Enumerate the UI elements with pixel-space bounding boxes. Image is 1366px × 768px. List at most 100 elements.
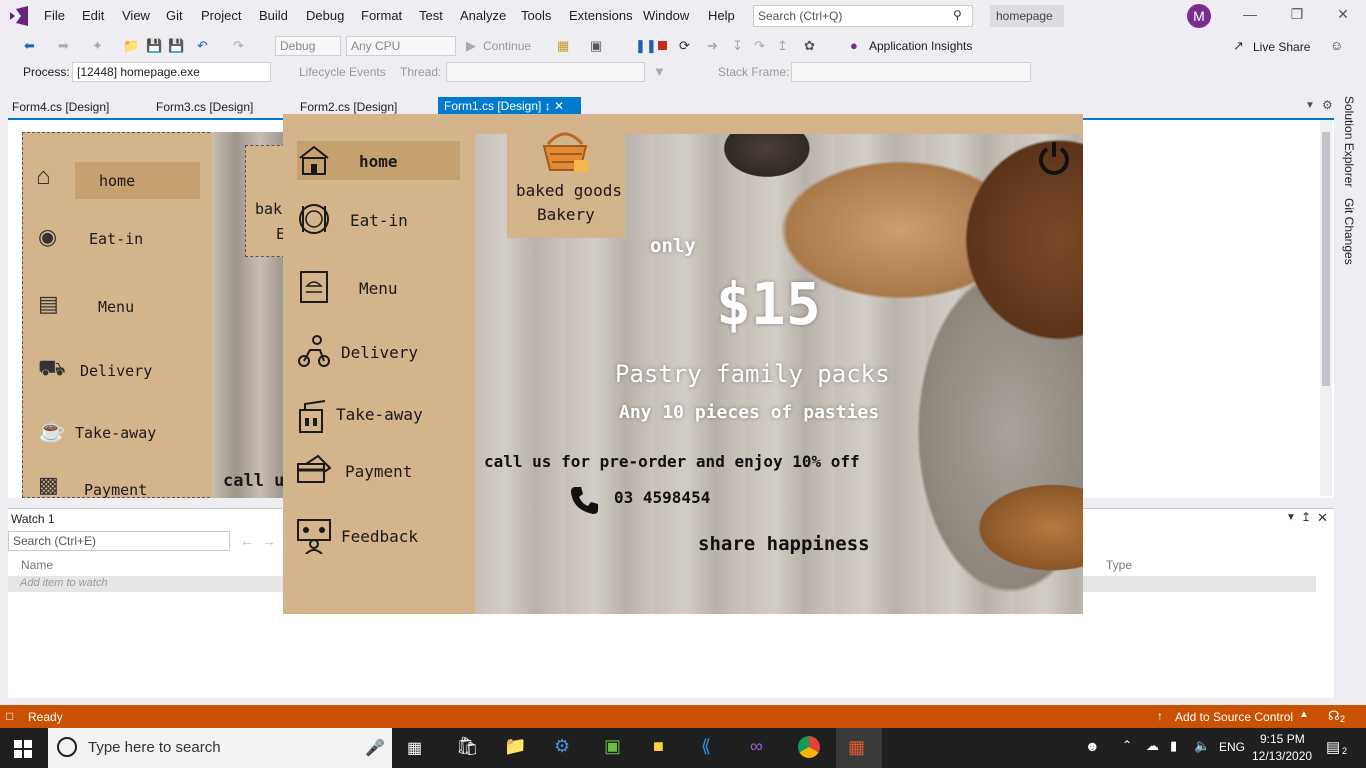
menu-git[interactable]: Git xyxy=(166,8,183,23)
save-all-icon[interactable]: 💾 xyxy=(168,38,184,54)
code-editor-icon[interactable]: ▣ xyxy=(604,736,621,757)
home-icon xyxy=(299,145,329,175)
watch-pin-icon[interactable]: ↥ xyxy=(1301,510,1311,524)
lifecycle-events-button[interactable]: Lifecycle Events xyxy=(299,65,386,79)
watch-forward-icon[interactable]: → xyxy=(262,533,276,549)
back-nav-icon[interactable]: ⬅ xyxy=(24,38,35,54)
microphone-icon[interactable]: 🎤 xyxy=(365,738,385,758)
screenshot-icon[interactable]: ▣ xyxy=(590,38,602,54)
tray-chevron-icon[interactable]: ⌃ xyxy=(1122,738,1132,752)
nav-menu[interactable]: Menu xyxy=(359,279,398,298)
forward-nav-icon[interactable]: ➡ xyxy=(58,38,69,54)
undo-icon[interactable]: ↶ xyxy=(197,38,208,54)
git-changes-tab[interactable]: Git Changes xyxy=(1342,198,1356,265)
settings-gear-icon[interactable]: ⚙ xyxy=(1322,98,1333,112)
step-over-icon[interactable]: ↷ xyxy=(754,38,765,54)
menu-debug[interactable]: Debug xyxy=(306,8,344,23)
task-view-icon[interactable]: ▦ xyxy=(407,738,422,758)
tab-form3[interactable]: Form3.cs [Design] xyxy=(156,100,253,114)
redo-icon[interactable]: ↷ xyxy=(233,38,244,54)
live-share-button[interactable]: Live Share xyxy=(1253,40,1310,54)
nav-feedback[interactable]: Feedback xyxy=(341,527,418,546)
design-nav-delivery: Delivery xyxy=(80,362,153,380)
chrome-icon[interactable] xyxy=(798,736,820,758)
solution-explorer-tab[interactable]: Solution Explorer xyxy=(1342,96,1356,187)
vscode-icon[interactable]: ⟪ xyxy=(701,736,711,757)
design-call-text: call u xyxy=(223,471,285,491)
tab-close-icon[interactable]: ✕ xyxy=(554,99,564,113)
minimize-icon[interactable]: — xyxy=(1240,6,1260,26)
config-dropdown[interactable]: Debug xyxy=(275,36,341,56)
tab-overflow-icon[interactable]: ▼ xyxy=(1305,100,1315,111)
nav-take-away[interactable]: Take-away xyxy=(336,405,423,424)
close-window-icon[interactable]: ✕ xyxy=(1333,6,1353,26)
notification-bell-icon[interactable]: ☊ xyxy=(1328,708,1340,724)
people-icon[interactable]: ☻ xyxy=(1085,738,1100,754)
step-into-icon[interactable]: ↧ xyxy=(732,38,743,54)
menu-file[interactable]: File xyxy=(44,8,65,23)
python-icon[interactable]: ⚙ xyxy=(554,736,570,757)
open-folder-icon[interactable]: 📁 xyxy=(123,38,139,54)
menu-project[interactable]: Project xyxy=(201,8,241,23)
step-out-icon[interactable]: ↥ xyxy=(777,38,788,54)
watch-close-icon[interactable]: ✕ xyxy=(1317,510,1328,526)
nav-home[interactable]: home xyxy=(359,152,398,171)
menu-window[interactable]: Window xyxy=(643,8,689,23)
menu-format[interactable]: Format xyxy=(361,8,402,23)
process-dropdown[interactable]: [12448] homepage.exe xyxy=(72,62,271,82)
menu-extensions[interactable]: Extensions xyxy=(569,8,633,23)
watch-search-input[interactable]: Search (Ctrl+E) xyxy=(8,531,230,551)
power-button-icon[interactable] xyxy=(1036,140,1072,176)
visual-studio-taskbar-icon[interactable]: ∞ xyxy=(750,736,763,757)
battery-icon[interactable]: ▮ xyxy=(1170,738,1177,754)
save-icon[interactable]: 💾 xyxy=(146,38,162,54)
menu-build[interactable]: Build xyxy=(259,8,288,23)
language-indicator[interactable]: ENG xyxy=(1219,740,1245,754)
file-explorer-icon[interactable]: 📁 xyxy=(504,736,526,757)
nav-payment[interactable]: Payment xyxy=(345,462,412,481)
menu-test[interactable]: Test xyxy=(419,8,443,23)
clock-time[interactable]: 9:15 PM xyxy=(1260,732,1305,746)
app-insights-button[interactable]: Application Insights xyxy=(869,39,972,53)
store-icon[interactable]: 🛍 xyxy=(456,736,479,757)
menu-tools[interactable]: Tools xyxy=(521,8,551,23)
nav-eat-in[interactable]: Eat-in xyxy=(350,211,408,230)
restart-icon[interactable]: ⟳ xyxy=(679,38,690,54)
thread-dropdown[interactable] xyxy=(446,62,645,82)
continue-button[interactable]: Continue xyxy=(483,39,531,53)
menu-help[interactable]: Help xyxy=(708,8,735,23)
platform-dropdown[interactable]: Any CPU xyxy=(346,36,456,56)
watch-add-item[interactable]: Add item to watch xyxy=(20,577,107,589)
menu-view[interactable]: View xyxy=(122,8,150,23)
volume-icon[interactable]: 🔈 xyxy=(1194,738,1210,754)
pause-icon[interactable]: ❚❚ xyxy=(635,38,657,54)
weather-icon[interactable]: ☁ xyxy=(1146,738,1159,754)
filter-icon[interactable]: ▼ xyxy=(653,64,666,79)
action-center-icon[interactable]: ▤ xyxy=(1326,738,1340,756)
scrollbar-thumb[interactable] xyxy=(1322,132,1330,386)
restore-icon[interactable]: ❐ xyxy=(1287,6,1307,26)
pin-icon[interactable]: ↕ xyxy=(545,99,551,113)
tab-form2[interactable]: Form2.cs [Design] xyxy=(300,100,397,114)
new-project-icon[interactable]: ✦ xyxy=(92,38,103,54)
global-search-input[interactable]: Search (Ctrl+Q) xyxy=(753,5,973,27)
add-source-control-button[interactable]: Add to Source Control xyxy=(1175,710,1293,724)
sticky-notes-icon[interactable]: ■ xyxy=(653,736,664,757)
avatar[interactable]: M xyxy=(1187,4,1211,28)
nav-delivery[interactable]: Delivery xyxy=(341,343,418,362)
phone-number: 03 4598454 xyxy=(614,488,711,507)
watch-dropdown-icon[interactable]: ▼ xyxy=(1286,512,1296,523)
show-next-statement-icon[interactable]: ➜ xyxy=(707,38,718,54)
clock-date[interactable]: 12/13/2020 xyxy=(1252,749,1312,763)
menu-analyze[interactable]: Analyze xyxy=(460,8,506,23)
hot-reload-icon[interactable]: ✿ xyxy=(804,38,815,54)
menu-edit[interactable]: Edit xyxy=(82,8,104,23)
feedback-person-icon[interactable]: ☺ xyxy=(1330,38,1343,53)
tab-form4[interactable]: Form4.cs [Design] xyxy=(12,100,109,114)
windows-start-icon[interactable] xyxy=(14,740,32,758)
taskbar-search-input[interactable]: Type here to search xyxy=(48,728,392,768)
watch-back-icon[interactable]: ← xyxy=(240,533,254,549)
stack-frame-dropdown[interactable] xyxy=(791,62,1031,82)
stop-icon[interactable] xyxy=(658,41,667,50)
process-icon[interactable]: ▦ xyxy=(557,38,569,54)
